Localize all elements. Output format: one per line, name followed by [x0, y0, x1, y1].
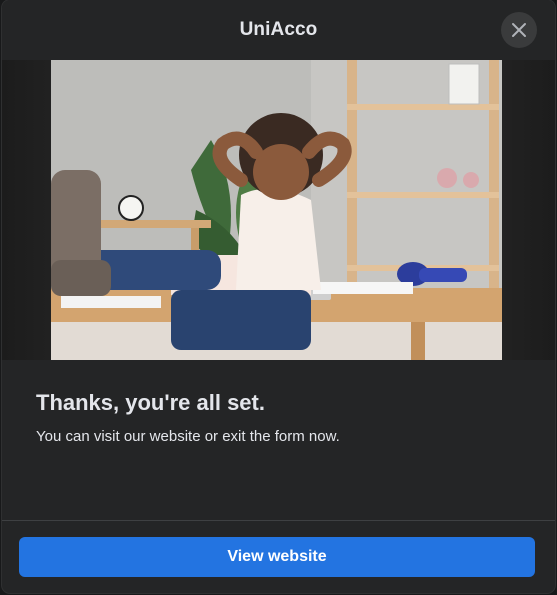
confirmation-content: Thanks, you're all set. You can visit ou… — [36, 388, 526, 447]
view-website-button-label: View website — [227, 548, 327, 565]
dialog-title: UniAcco — [239, 19, 318, 40]
view-website-button[interactable]: View website — [19, 537, 535, 577]
confirmation-image-area — [2, 60, 555, 360]
lead-form-dialog: UniAcco Thanks, you're all set. You can … — [2, 0, 555, 593]
confirmation-subtext: You can visit our website or exit the fo… — [36, 428, 340, 445]
close-button[interactable] — [501, 12, 537, 48]
confirmation-photo — [51, 60, 502, 360]
close-icon — [512, 23, 526, 37]
confirmation-heading: Thanks, you're all set. — [36, 390, 265, 415]
footer-divider — [2, 520, 555, 521]
dialog-header: UniAcco — [2, 0, 555, 60]
